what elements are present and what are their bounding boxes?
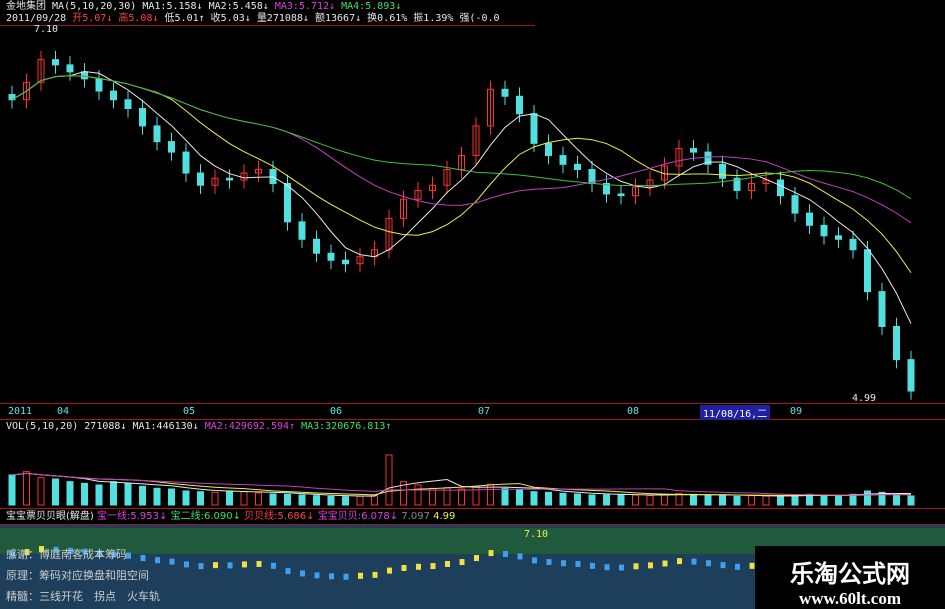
- indicator-dot: [749, 562, 755, 569]
- indicator-dot: [256, 560, 262, 567]
- indicator-dot: [140, 555, 146, 562]
- indicator-dot: [503, 551, 508, 558]
- watermark: 乐淘公式网 www.60lt.com: [755, 546, 945, 609]
- indicator-dot: [648, 562, 653, 569]
- indicator-dot: [561, 560, 566, 567]
- indicator-dot: [662, 560, 668, 567]
- indicator-dot: [459, 559, 465, 566]
- indicator-dot: [329, 573, 334, 580]
- indicator-dot: [532, 557, 537, 564]
- indicator-dot: [430, 563, 436, 570]
- note-3: 精髓：三线开花 拐点 火车轨: [6, 590, 160, 603]
- indicator-dot: [488, 550, 494, 557]
- indicator-dot: [242, 561, 247, 568]
- indicator-dot: [575, 560, 581, 567]
- note-1: 感谢：博庭南客成本筹码: [6, 548, 127, 561]
- indicator-dot: [169, 558, 175, 565]
- indicator-dot: [604, 564, 610, 571]
- note-2: 原理：筹码对应换盘和阻空间: [6, 569, 149, 582]
- indicator-dot: [677, 558, 682, 565]
- indicator-dot: [691, 558, 697, 565]
- indicator-dot: [590, 562, 595, 569]
- indicator-dot: [285, 568, 291, 575]
- indicator-chart: [10, 546, 914, 598]
- indicator-dot: [358, 572, 363, 579]
- indicator-dot: [633, 563, 639, 570]
- indicator-dot: [271, 562, 276, 569]
- indicator-dot: [546, 559, 552, 566]
- indicator-dot: [401, 564, 407, 571]
- indicator-dot: [213, 562, 218, 569]
- indicator-dot: [517, 553, 523, 560]
- watermark-name: 乐淘公式网: [790, 559, 910, 588]
- indicator-dot: [706, 560, 711, 567]
- indicator-dot: [184, 561, 189, 568]
- indicator-dot: [227, 562, 233, 569]
- indicator-dot: [372, 571, 378, 578]
- indicator-dot: [474, 555, 479, 562]
- indicator-dot: [300, 570, 305, 577]
- watermark-url: www.60lt.com: [799, 589, 901, 608]
- indicator-dot: [445, 560, 450, 567]
- indicator-dot: [416, 563, 421, 570]
- indicator-dot: [155, 557, 160, 564]
- indicator-dot: [198, 563, 204, 570]
- indicator-dot: [314, 572, 320, 579]
- indicator-dot: [619, 564, 624, 571]
- indicator-dot: [720, 562, 726, 569]
- indicator-dot: [343, 573, 349, 580]
- indicator-dot: [387, 567, 392, 574]
- indicator-dot: [735, 563, 740, 570]
